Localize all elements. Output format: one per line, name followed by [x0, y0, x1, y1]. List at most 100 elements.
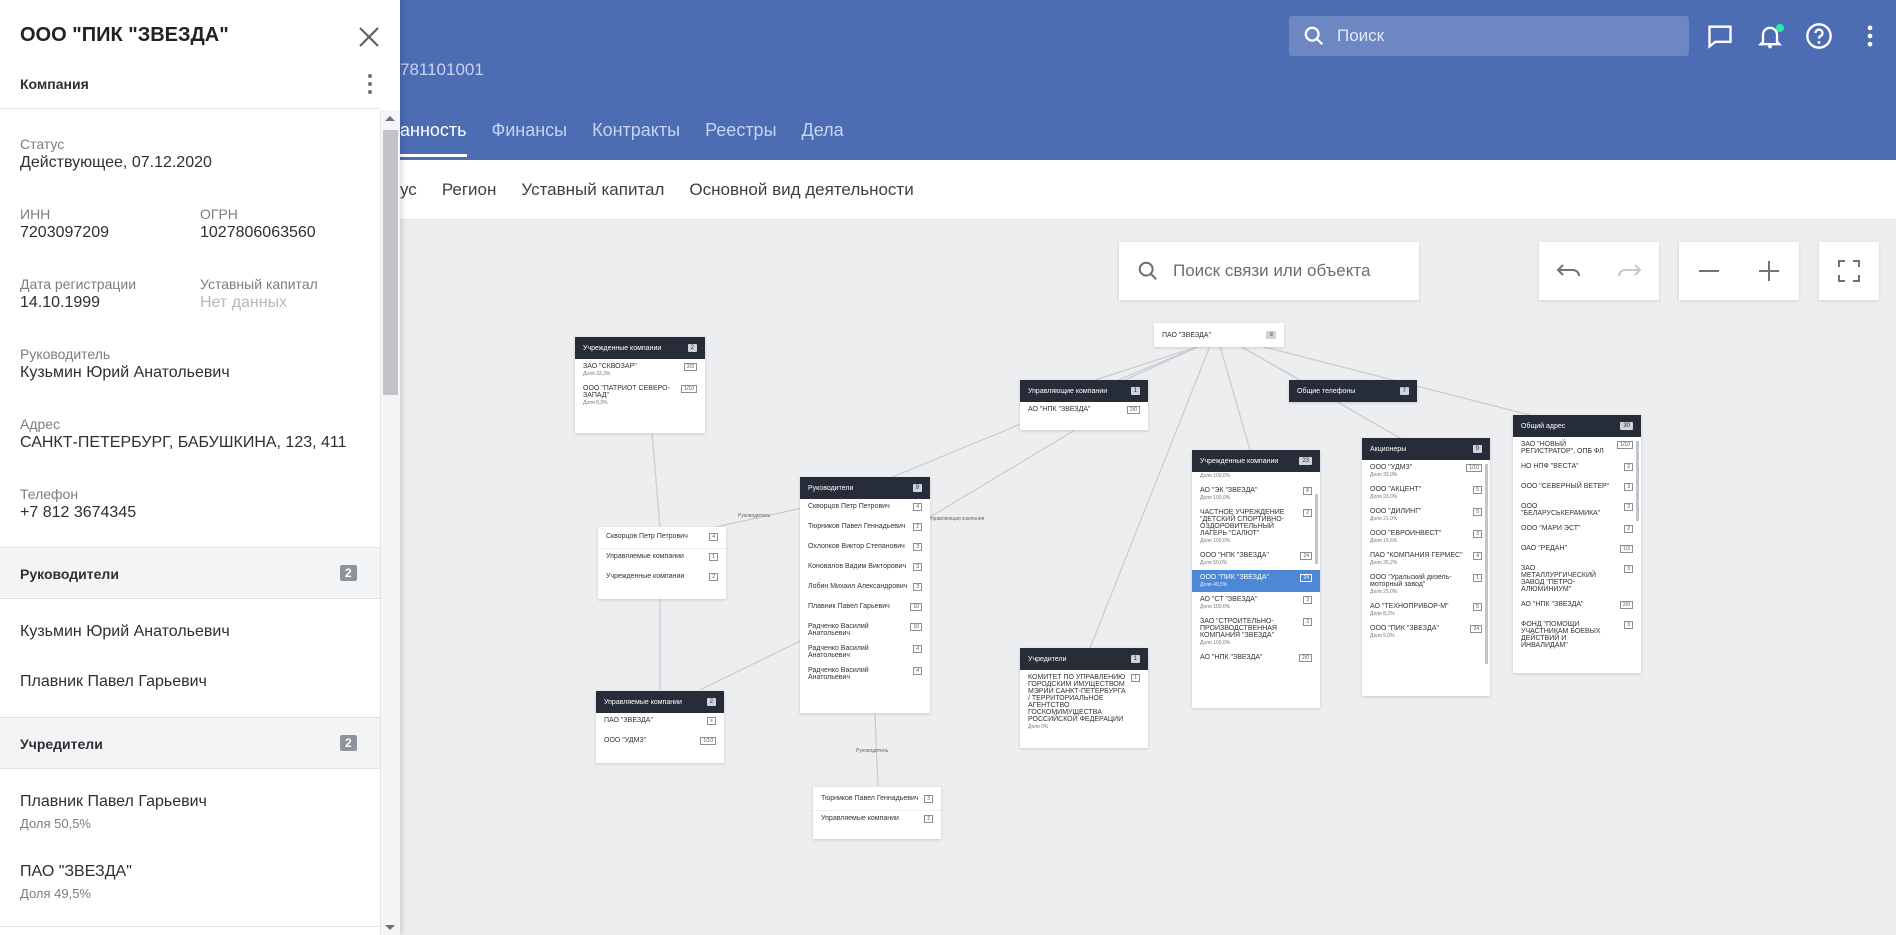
row-badge: 1/10 — [681, 385, 697, 393]
list-item[interactable]: ООО "УДМЗ" Доля 33,0% 1/10 — [1362, 460, 1490, 482]
list-item[interactable]: ЧАСТНОЕ УЧРЕЖДЕНИЕ "ДЕТСКИЙ СПОРТИВНО-ОЗ… — [1192, 505, 1320, 548]
manager-item[interactable]: Кузьмин Юрий Анатольевич — [20, 623, 230, 641]
graph-node-root[interactable]: ПАО "ЗВЕЗДА" ≡ — [1154, 323, 1284, 347]
scroll-up-icon[interactable] — [384, 114, 396, 122]
close-icon[interactable] — [356, 24, 382, 50]
list-item[interactable]: ООО "ПАТРИОТ СЕВЕРО-ЗАПАД" Доля 8,3% 1/10 — [575, 381, 705, 410]
zoom-in-button[interactable] — [1739, 242, 1799, 300]
scroll-down-icon[interactable] — [384, 924, 396, 932]
list-item[interactable]: АО "НПК "ЗВЕЗДА" 2/0 — [1513, 597, 1641, 617]
row-name: Учрежденные компании — [606, 573, 685, 580]
edge-label-manager: Руководитель — [738, 513, 771, 519]
graph-node-managing[interactable]: Управляющие компании 1 АО "НПК "ЗВЕЗДА" 2/… — [1020, 380, 1148, 430]
search-icon — [1138, 261, 1157, 280]
list-item[interactable]: Тюрников Павел Геннадьевич 2 — [800, 519, 930, 539]
graph-node-managed-bottom[interactable]: Управляемые компании 2 ПАО "ЗВЕЗДА" ≡ ООО … — [596, 691, 724, 763]
list-item[interactable]: АО "НПК "ЗВЕЗДА" 2/0 — [1192, 650, 1320, 670]
more-vertical-icon[interactable] — [364, 72, 376, 96]
row-share: Доля 15,6% — [1370, 538, 1398, 544]
list-item[interactable]: Радченко Василий Анатольевич 4 — [800, 641, 930, 663]
list-item[interactable]: ООО "УДМЗ" 1/10 — [596, 733, 724, 753]
list-item[interactable]: Тюрников Павел Геннадьевич 3 — [813, 791, 941, 811]
graph-node-managers[interactable]: Руководители 9 Скворцов Петр Петрович 4 Тю… — [800, 477, 930, 713]
list-item[interactable]: ЗАО "СТРОИТЕЛЬНО-ПРОИЗВОДСТВЕННАЯ КОМПАН… — [1192, 614, 1320, 650]
row-badge: 1/10 — [700, 737, 716, 745]
list-item[interactable]: Плавник Павел Гарьевич 10 — [800, 599, 930, 619]
list-item[interactable]: Управляемые компании 1 — [598, 549, 726, 569]
list-item[interactable]: ЗАО МЕТАЛЛУРГИЧЕСКИЙ ЗАВОД "ПЕТРО-АЛЮМИН… — [1513, 561, 1641, 597]
list-item[interactable]: ООО "АКЦЕНТ" Доля 23,0% 5 — [1362, 482, 1490, 504]
row-name: ООО "БЕЛАРУСЬКЕРАМИКА" — [1521, 503, 1601, 517]
graph-node-founded-mid[interactable]: Учрежденные компании 23 Доля 100,0% АО "Э… — [1192, 450, 1320, 708]
list-item[interactable]: КОМИТЕТ ПО УПРАВЛЕНИЮ ГОРОДСКИМ ИМУЩЕСТВ… — [1020, 670, 1148, 734]
managers-group-header[interactable]: Руководители 2 — [0, 547, 380, 599]
fullscreen-button[interactable] — [1819, 242, 1879, 300]
list-item[interactable]: ЗАО "СКВОЗАР" Доля 33,3% 2/3 — [575, 359, 705, 381]
list-item[interactable]: ФОНД "ПОМОЩИ УЧАСТНИКАМ БОЕВЫХ ДЕЙСТВИЙ … — [1513, 617, 1641, 653]
group-title: Руководители — [20, 566, 119, 582]
graph-node-person[interactable]: Скворцов Петр Петрович 4 Управляемые комп… — [598, 527, 726, 599]
list-item[interactable]: ООО "МАРИ ЭСТ" 2 — [1513, 521, 1641, 541]
list-item[interactable]: ООО "НПК "ЗВЕЗДА" Доля 50,0% 24 — [1192, 548, 1320, 570]
list-item[interactable]: Радченко Василий Анатольевич 4 — [800, 663, 930, 685]
list-item[interactable]: Коновалов Вадим Викторович 3 — [800, 559, 930, 579]
list-item[interactable]: ООО "Уральский дизель-моторный завод" Дол… — [1362, 570, 1490, 599]
list-item[interactable]: Охлопков Виктор Степанович 3 — [800, 539, 930, 559]
card-count: 30 — [1620, 422, 1633, 430]
row-badge: 2 — [924, 815, 933, 823]
founder-item[interactable]: ПАО "ЗВЕЗДА" — [20, 863, 132, 881]
row-badge: 5 — [1473, 603, 1482, 611]
graph-node-shareholders[interactable]: Акционеры 9 ООО "УДМЗ" Доля 33,0% 1/10 ООО … — [1362, 438, 1490, 696]
graph-search[interactable]: Поиск связи или объекта — [1119, 242, 1419, 300]
graph-search-input[interactable]: Поиск связи или объекта — [1173, 261, 1370, 281]
row-name: ФОНД "ПОМОЩИ УЧАСТНИКАМ БОЕВЫХ ДЕЙСТВИЙ … — [1521, 621, 1601, 649]
card-scrollbar[interactable] — [1315, 494, 1318, 564]
person-header[interactable]: Скворцов Петр Петрович 4 — [598, 529, 726, 549]
list-item[interactable]: ОАО "РЕДАН" 1/2 — [1513, 541, 1641, 561]
list-item[interactable]: Доля 100,0% — [1192, 472, 1320, 483]
list-item[interactable]: ООО "БЕЛАРУСЬКЕРАМИКА" 3 — [1513, 499, 1641, 521]
list-item[interactable]: Лобин Михаил Александрович 3 — [800, 579, 930, 599]
list-item[interactable]: Управляемые компании 2 — [813, 811, 941, 831]
row-name: ОАО "РЕДАН" — [1521, 545, 1567, 552]
zoom-out-button[interactable] — [1679, 242, 1739, 300]
list-item[interactable]: ООО "СЕВЕРНЫЙ ВЕТЕР" 3 — [1513, 479, 1641, 499]
graph-node-address[interactable]: Общий адрес 30 ЗАО "НОВЫЙ РЕГИСТРАТОР", О… — [1513, 415, 1641, 673]
list-item[interactable]: Скворцов Петр Петрович 4 — [800, 499, 930, 519]
row-share: Доля 23,0% — [1370, 589, 1398, 595]
list-item[interactable]: АО "НПК "ЗВЕЗДА" 2/0 — [1020, 402, 1148, 422]
card-scrollbar[interactable] — [1485, 464, 1488, 664]
founders-group-header[interactable]: Учредители 2 — [0, 717, 380, 769]
list-item[interactable]: ООО "ДИЛИНГ" Доля 21,0% 5 — [1362, 504, 1490, 526]
list-item[interactable]: НО НПФ "ВЕСТА" 2 — [1513, 459, 1641, 479]
row-badge: 3 — [1303, 618, 1312, 626]
founder-item[interactable]: Плавник Павел Гарьевич — [20, 793, 207, 811]
row-name: АО "ТЕХНОПРИБОР-М" — [1370, 603, 1449, 610]
row-name: Радченко Василий Анатольевич — [808, 645, 869, 659]
undo-button[interactable] — [1539, 242, 1599, 300]
list-item[interactable]: Радченко Василий Анатольевич 10 — [800, 619, 930, 641]
list-item[interactable]: ПАО "ЗВЕЗДА" ≡ — [596, 713, 724, 733]
card-scrollbar[interactable] — [1636, 441, 1639, 521]
row-name: ПАО "КОМПАНИЯ ГЕРМЕС" — [1370, 552, 1463, 559]
list-item[interactable]: ПАО "КОМПАНИЯ ГЕРМЕС" Доля 26,2% 4 — [1362, 548, 1490, 570]
list-item[interactable]: АО "СТ "ЗВЕЗДА" Доля 100,0% 3 — [1192, 592, 1320, 614]
panel-scrollbar-thumb[interactable] — [383, 130, 398, 395]
list-item[interactable]: АО "ЭК "ЗВЕЗДА" Доля 100,0% 8 — [1192, 483, 1320, 505]
graph-node-founded-left[interactable]: Учрежденные компании 2 ЗАО "СКВОЗАР" Доля … — [575, 337, 705, 433]
list-item[interactable]: ООО "ПИК "ЗВЕЗДА" Доля 5,0% 24 — [1362, 621, 1490, 643]
redo-button[interactable] — [1599, 242, 1659, 300]
manager-item[interactable]: Плавник Павел Гарьевич — [20, 673, 207, 691]
group-count: 2 — [340, 565, 357, 581]
list-item[interactable]: ЗАО "НОВЫЙ РЕГИСТРАТОР", ОПБ ФЛ 1/10 — [1513, 437, 1641, 459]
list-item-selected[interactable]: ООО "ПИК "ЗВЕЗДА" Доля 49,5% 24 — [1192, 570, 1320, 592]
graph-node-founders[interactable]: Учредители 1 КОМИТЕТ ПО УПРАВЛЕНИЮ ГОРОДС… — [1020, 648, 1148, 748]
list-item[interactable]: АО "ТЕХНОПРИБОР-М" Доля 8,2% 5 — [1362, 599, 1490, 621]
list-item[interactable]: ООО "ЕВРОИНВЕСТ" Доля 15,6% 3 — [1362, 526, 1490, 548]
row-badge: 4 — [913, 503, 922, 511]
graph-node-phones[interactable]: Общие телефоны 7 — [1289, 380, 1417, 402]
graph-node-person2[interactable]: Тюрников Павел Геннадьевич 3 Управляемые … — [813, 787, 941, 839]
head-value[interactable]: Кузьмин Юрий Анатольевич — [20, 364, 230, 382]
row-badge: 1 — [709, 553, 718, 561]
list-item[interactable]: Учрежденные компании 2 — [598, 569, 726, 589]
